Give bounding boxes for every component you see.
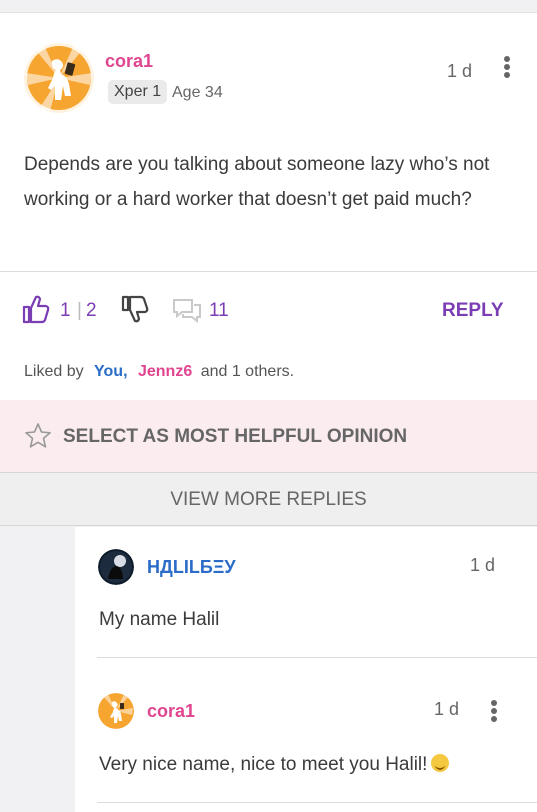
reply-text: Very nice name, nice to meet you Halil!	[99, 754, 450, 776]
comment-icon[interactable]	[172, 298, 202, 324]
kebab-menu-icon[interactable]	[500, 53, 514, 81]
post-time: 1 d	[447, 61, 473, 81]
select-most-helpful-label: SELECT AS MOST HELPFUL OPINION	[63, 426, 408, 447]
action-bar: 1 | 2 11 REPLY	[0, 294, 537, 330]
reply-avatar[interactable]	[98, 693, 134, 729]
divider	[97, 657, 537, 658]
smiling-emoji-icon	[431, 754, 450, 772]
thumbs-up-icon[interactable]	[22, 294, 50, 324]
view-more-replies-button[interactable]: VIEW MORE REPLIES	[0, 472, 537, 526]
post-username[interactable]: cora1	[105, 51, 153, 72]
like-count-divider: |	[77, 300, 82, 321]
like-count-secondary[interactable]: 2	[86, 300, 97, 322]
post-text: Depends are you talking about someone la…	[24, 154, 490, 210]
opinion-card: cora1 Xper 1 Age 34 1 d Depends are you …	[0, 12, 537, 400]
xper-level-badge: Xper 1	[108, 80, 168, 104]
thumbs-down-icon[interactable]	[121, 294, 149, 324]
liked-by-you[interactable]: You,	[94, 363, 127, 380]
liked-by-user[interactable]: Jennz6	[138, 363, 192, 380]
user-avatar[interactable]	[24, 43, 94, 113]
liked-by-prefix: Liked by	[24, 363, 84, 380]
reply-button[interactable]: REPLY	[442, 300, 504, 322]
reply-text: My name Halil	[99, 609, 220, 630]
reply-time: 1 d	[434, 699, 460, 719]
reply-avatar[interactable]	[98, 549, 134, 585]
star-icon	[25, 423, 51, 448]
comment-count[interactable]: 11	[209, 300, 229, 322]
replies-list: НДLILБΞУ 1 d My name Halil cora1 1 d Ver…	[75, 527, 537, 812]
reply-time: 1 d	[470, 555, 496, 575]
liked-by-line: Liked by You, Jennz6 and 1 others.	[24, 363, 294, 381]
reply-username[interactable]: НДLILБΞУ	[147, 557, 236, 578]
divider	[97, 802, 537, 803]
reply-username[interactable]: cora1	[147, 701, 195, 722]
reply-text-body: Very nice name, nice to meet you Halil!	[99, 754, 428, 775]
user-age: Age 34	[172, 84, 223, 101]
liked-by-suffix[interactable]: and 1 others.	[201, 363, 294, 380]
divider	[0, 271, 537, 272]
like-count[interactable]: 1	[60, 300, 71, 322]
select-most-helpful-button[interactable]: SELECT AS MOST HELPFUL OPINION	[0, 400, 537, 472]
kebab-menu-icon[interactable]	[487, 697, 501, 725]
